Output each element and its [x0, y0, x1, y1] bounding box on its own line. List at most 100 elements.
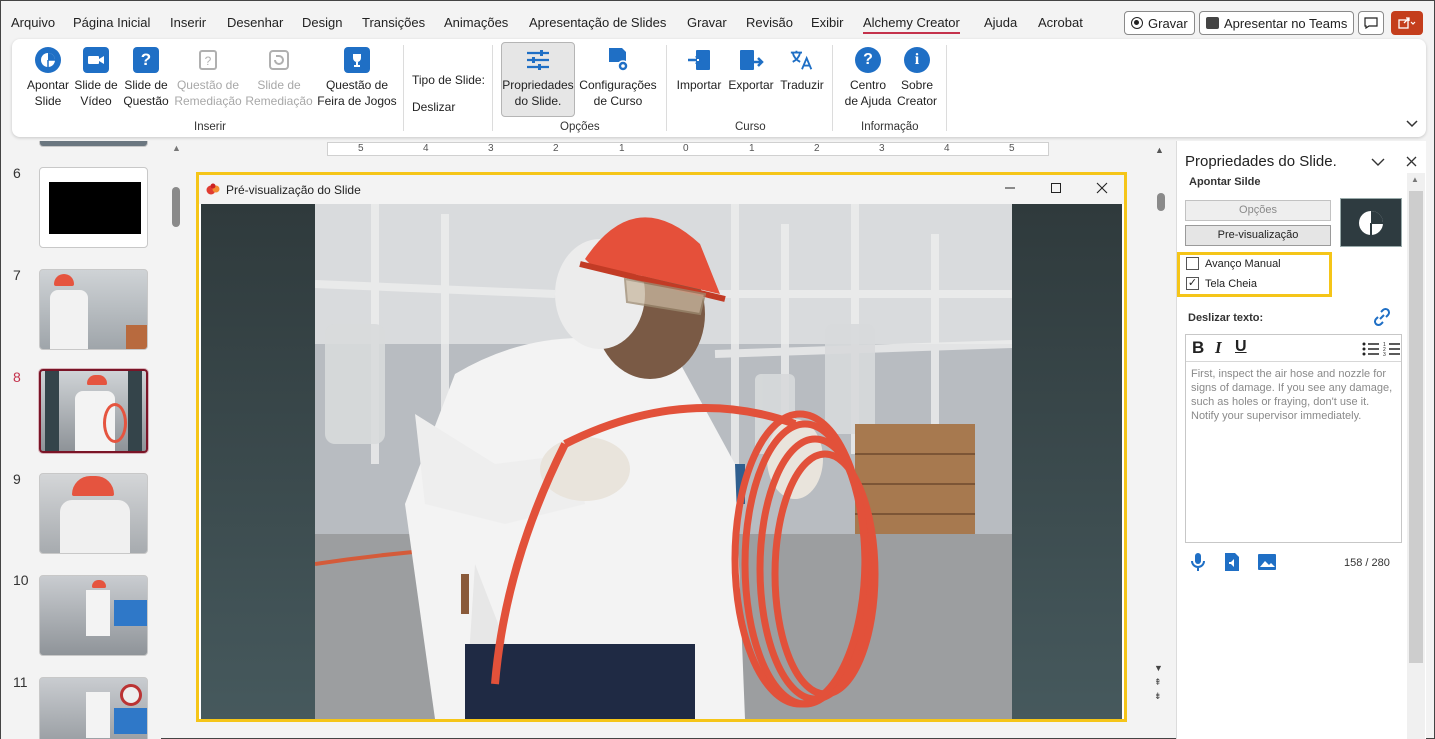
- slide-thumbnail[interactable]: [39, 167, 148, 248]
- ruler-tick: 1: [619, 143, 625, 154]
- video-slide-line1: Slide de: [74, 78, 118, 92]
- next-slide-icon[interactable]: ⇟: [1154, 689, 1163, 703]
- slide-preview-window: Pré-visualização do Slide: [196, 172, 1127, 722]
- menu-acrobat[interactable]: Acrobat: [1038, 15, 1083, 30]
- ruler-tick: 2: [814, 143, 820, 154]
- bold-icon[interactable]: B: [1192, 338, 1204, 358]
- slide-thumbnail[interactable]: [39, 473, 148, 554]
- remediation-question-button[interactable]: ? Questão de Remediação: [174, 47, 242, 109]
- panel-options-chevron-icon[interactable]: [1371, 155, 1385, 170]
- ribbon-collapse-icon[interactable]: [1406, 117, 1418, 131]
- slide-number-active: 8: [13, 369, 21, 385]
- menu-gravar[interactable]: Gravar: [687, 15, 727, 30]
- slide-type-value[interactable]: Deslizar: [412, 100, 455, 114]
- import-button[interactable]: Importar: [674, 47, 724, 93]
- underline-icon[interactable]: U: [1235, 338, 1247, 356]
- ribbon-separator: [492, 45, 493, 131]
- slide-properties-panel: Propriedades do Slide. Apontar Silde Opç…: [1176, 141, 1426, 739]
- checkbox-checked[interactable]: ✓: [1186, 277, 1199, 290]
- menu-apresentacao[interactable]: Apresentação de Slides: [529, 15, 666, 30]
- close-icon[interactable]: [1092, 180, 1112, 198]
- game-show-line2: Feira de Jogos: [317, 94, 397, 108]
- comment-icon: [1364, 17, 1378, 29]
- menu-design[interactable]: Design: [302, 15, 342, 30]
- slide-thumbnail[interactable]: [39, 677, 148, 739]
- menu-animacoes[interactable]: Animações: [444, 15, 508, 30]
- question-slide-button[interactable]: ? Slide de Questão: [122, 47, 170, 109]
- microphone-icon[interactable]: [1190, 552, 1206, 575]
- checkbox-unchecked[interactable]: [1186, 257, 1199, 270]
- menu-ajuda[interactable]: Ajuda: [984, 15, 1017, 30]
- remediation-slide-button[interactable]: Slide de Remediação: [245, 47, 313, 109]
- slide-thumbnail[interactable]: [39, 269, 148, 350]
- present-teams-button[interactable]: Apresentar no Teams: [1199, 11, 1355, 35]
- ruler-tick: 4: [423, 143, 429, 154]
- svg-text:?: ?: [205, 54, 212, 68]
- previous-slide-icon[interactable]: ⇞: [1154, 675, 1163, 689]
- export-button[interactable]: Exportar: [726, 47, 776, 93]
- help-center-button[interactable]: ? Centro de Ajuda: [840, 47, 896, 109]
- ruler-tick: 3: [488, 143, 494, 154]
- fullscreen-checkbox[interactable]: ✓ Tela Cheia: [1186, 277, 1257, 290]
- editor-scroll-controls[interactable]: ▼ ⇞ ⇟: [1154, 661, 1163, 703]
- fullscreen-label: Tela Cheia: [1205, 277, 1257, 290]
- horizontal-ruler: 5 4 3 2 1 0 1 2 3 4 5: [327, 142, 1049, 156]
- audio-file-icon[interactable]: [1223, 552, 1241, 575]
- slide-thumbnail-active[interactable]: [39, 369, 148, 453]
- maximize-icon[interactable]: [1046, 180, 1066, 198]
- course-settings-button[interactable]: Configurações de Curso: [578, 47, 658, 109]
- comments-button[interactable]: [1358, 11, 1384, 35]
- slide-text-content[interactable]: First, inspect the air hose and nozzle f…: [1186, 362, 1401, 428]
- manual-advance-checkbox[interactable]: Avanço Manual: [1186, 257, 1281, 270]
- numbered-list-icon[interactable]: 123: [1383, 341, 1401, 357]
- preview-button[interactable]: Pre-visualização: [1185, 225, 1331, 246]
- apontar-slide-button[interactable]: Apontar Slide: [24, 47, 72, 109]
- menu-arquivo[interactable]: Arquivo: [11, 15, 55, 30]
- bulleted-list-icon[interactable]: [1362, 341, 1380, 357]
- minimize-icon[interactable]: [1000, 180, 1020, 198]
- menu-alchemy-creator[interactable]: Alchemy Creator: [863, 15, 960, 34]
- ruler-tick: 5: [1009, 143, 1015, 154]
- about-creator-line1: Sobre: [900, 78, 934, 92]
- help-center-line1: Centro: [849, 78, 887, 92]
- properties-scrollbar[interactable]: ▲: [1407, 173, 1425, 739]
- editor-left-scrollbar[interactable]: ▲: [166, 141, 186, 739]
- menu-inserir[interactable]: Inserir: [170, 15, 206, 30]
- menu-revisao[interactable]: Revisão: [746, 15, 793, 30]
- slide-thumbnail[interactable]: [39, 575, 148, 656]
- slide-type-dropdown[interactable]: Tipo de Slide:: [412, 73, 485, 87]
- menu-transicoes[interactable]: Transições: [362, 15, 425, 30]
- link-icon[interactable]: [1372, 307, 1392, 330]
- menu-exibir[interactable]: Exibir: [811, 15, 844, 30]
- slide-thumbnail[interactable]: [39, 141, 148, 147]
- translate-button[interactable]: Traduzir: [777, 47, 827, 93]
- properties-scroll-thumb[interactable]: [1409, 191, 1423, 663]
- slide-text-editor[interactable]: B I U 123 First, inspect the air hose an…: [1185, 334, 1402, 543]
- share-button[interactable]: [1391, 11, 1423, 35]
- video-slide-button[interactable]: Slide de Vídeo: [74, 47, 118, 109]
- menu-desenhar[interactable]: Desenhar: [227, 15, 283, 30]
- slide-properties-button[interactable]: Propriedades do Slide.: [501, 42, 575, 117]
- panel-close-icon[interactable]: [1406, 155, 1417, 170]
- video-slide-line2: Vídeo: [80, 94, 112, 108]
- game-show-question-button[interactable]: Questão de Feira de Jogos: [316, 47, 398, 109]
- slide-properties-line1: Propriedades: [502, 78, 574, 92]
- image-icon[interactable]: [1257, 553, 1277, 574]
- menu-pagina-inicial[interactable]: Página Inicial: [73, 15, 150, 30]
- scroll-up-arrow-icon[interactable]: ▲: [172, 143, 181, 153]
- scroll-down-arrow-icon[interactable]: ▼: [1154, 661, 1163, 675]
- record-button[interactable]: Gravar: [1124, 11, 1195, 35]
- import-label: Importar: [676, 78, 722, 92]
- group-label-curso: Curso: [735, 121, 766, 133]
- about-creator-button[interactable]: i Sobre Creator: [894, 47, 940, 109]
- editor-scroll-up-icon[interactable]: ▲: [1155, 145, 1164, 155]
- editor-right-scroll-thumb[interactable]: [1157, 193, 1165, 211]
- italic-icon[interactable]: I: [1215, 338, 1222, 358]
- options-button[interactable]: Opções: [1185, 200, 1331, 221]
- export-icon: [738, 47, 764, 73]
- info-icon: i: [904, 47, 930, 73]
- scroll-thumb[interactable]: [172, 187, 180, 227]
- slide-text-label: Deslizar texto:: [1188, 312, 1264, 324]
- scroll-up-arrow-icon[interactable]: ▲: [1411, 175, 1419, 184]
- help-center-line2: de Ajuda: [844, 94, 892, 108]
